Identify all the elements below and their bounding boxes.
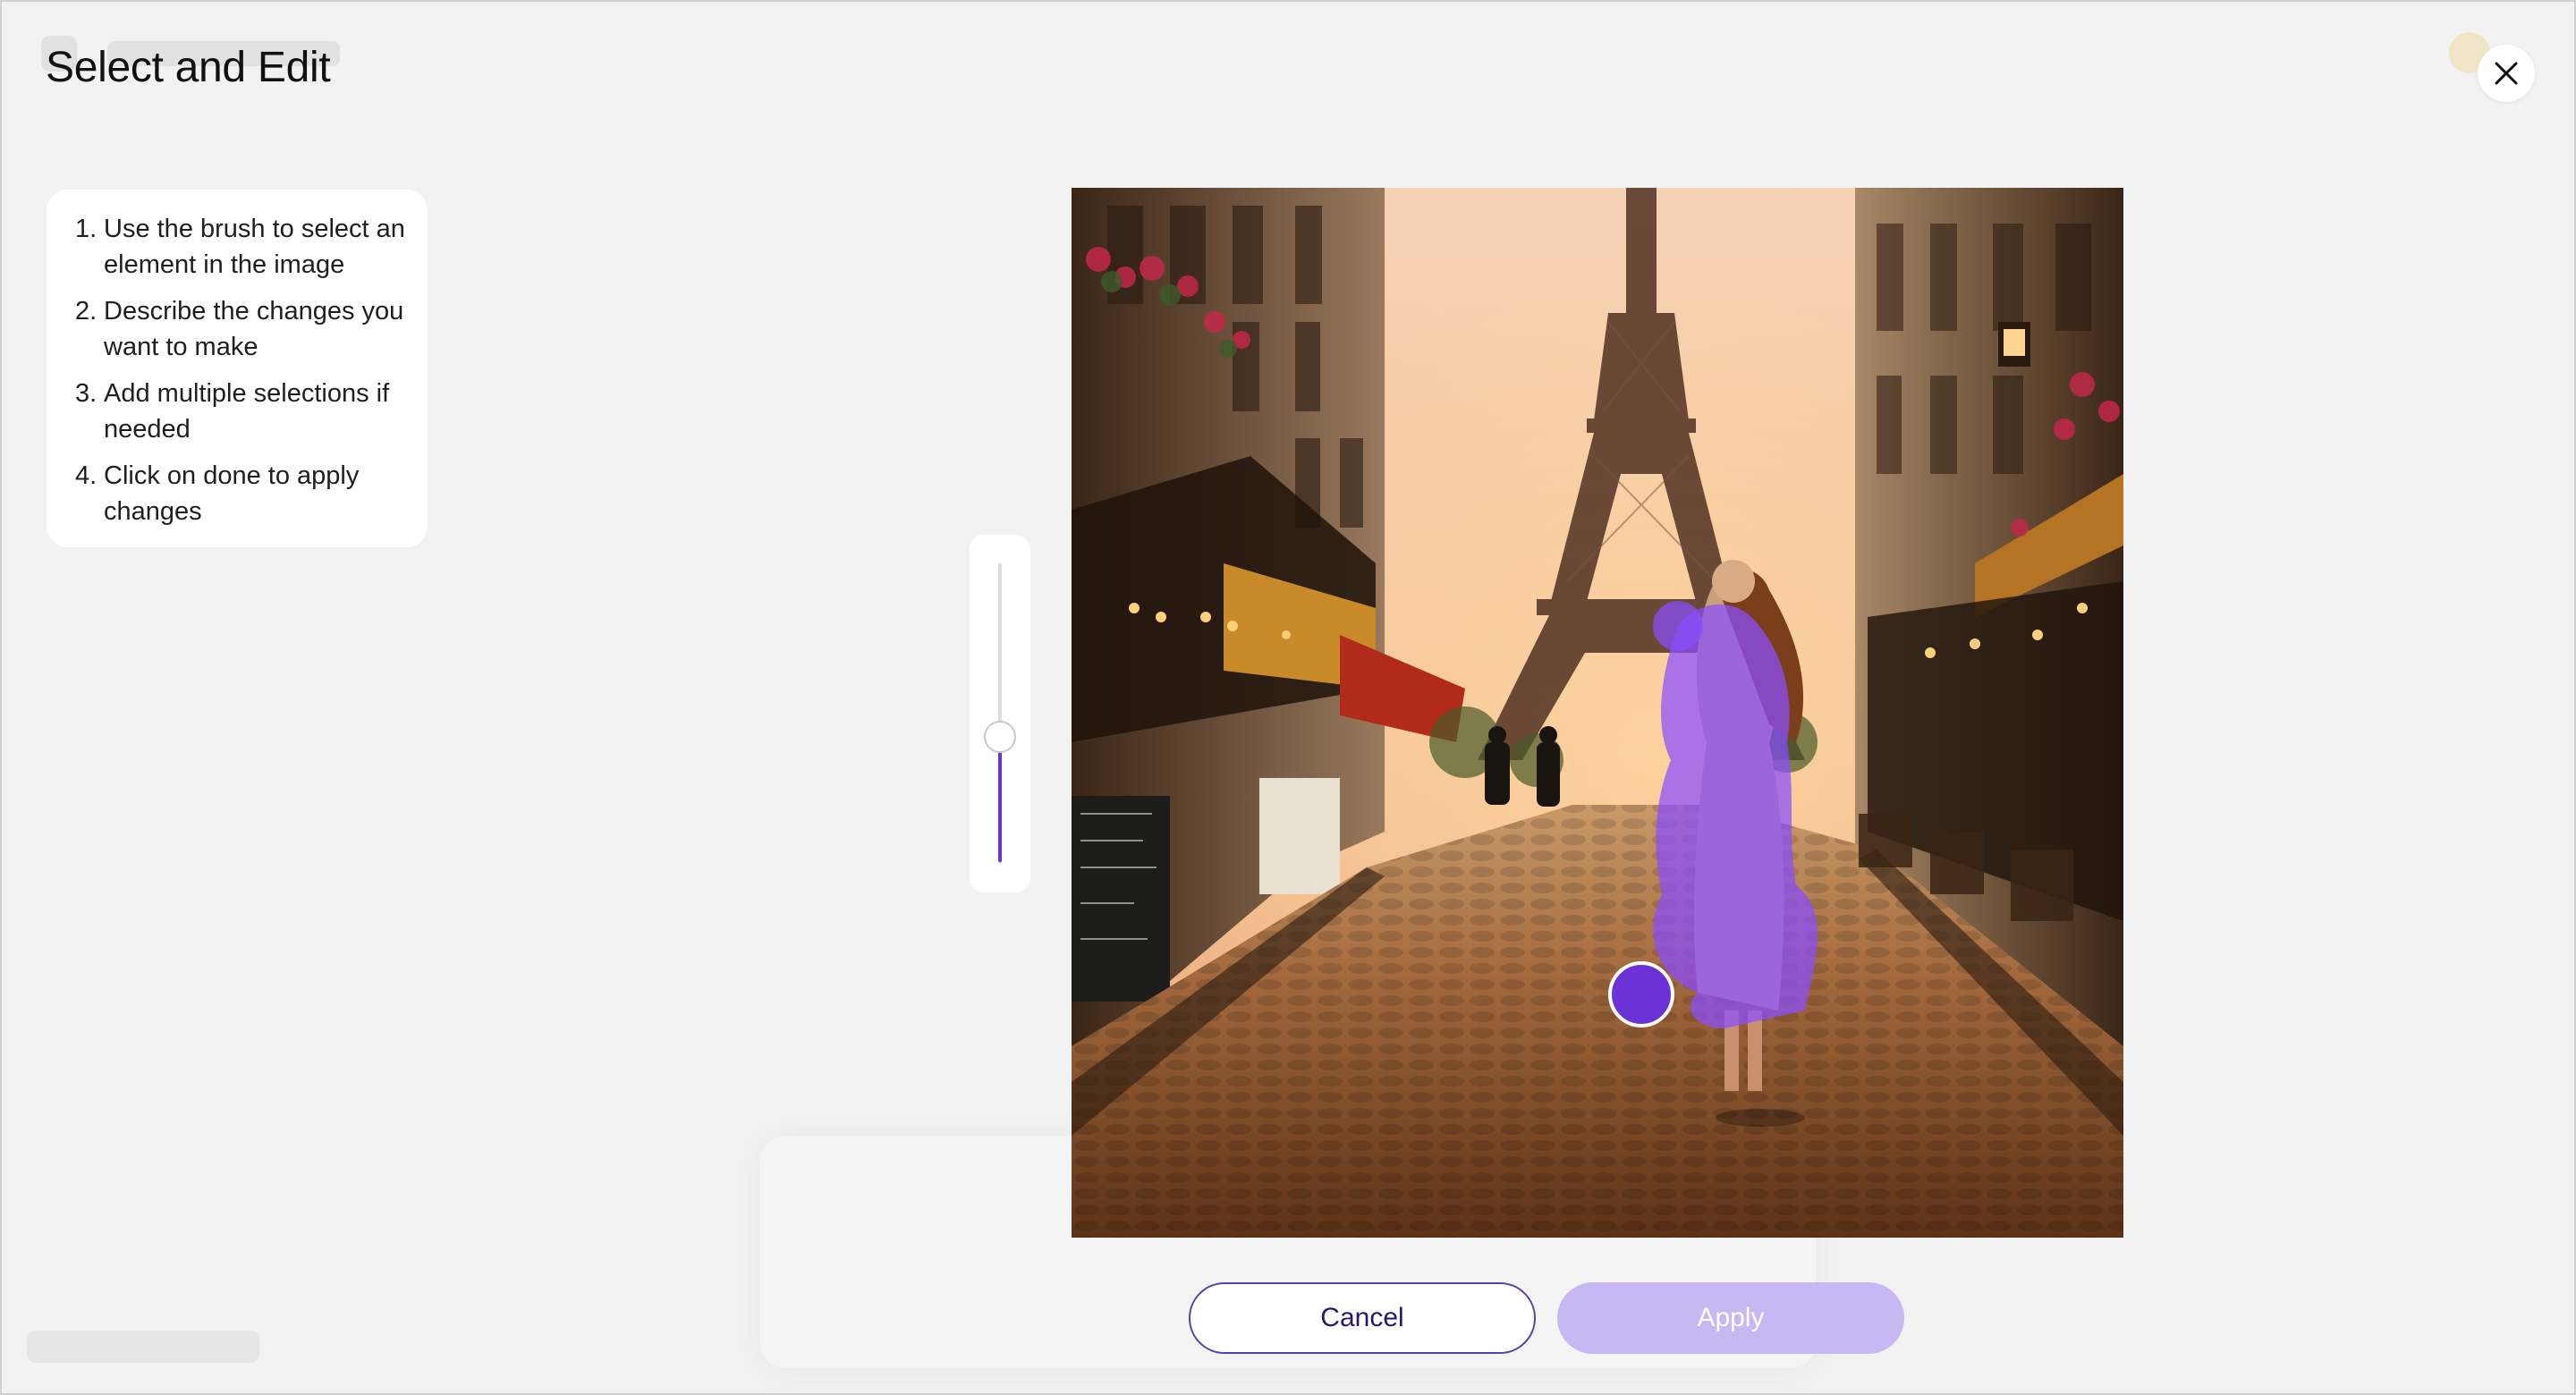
brush-size-slider[interactable] [970, 535, 1030, 892]
instructions-panel: 1. Use the brush to select an element in… [47, 190, 428, 547]
apply-button[interactable]: Apply [1557, 1282, 1904, 1354]
slider-fill [998, 737, 1002, 862]
select-and-edit-modal: Select and Edit 1. Use the brush to sele… [0, 0, 2576, 1395]
instruction-item: 3. Add multiple selections if needed [75, 379, 390, 444]
close-button[interactable] [2478, 45, 2535, 102]
modal-title: Select and Edit [46, 44, 331, 91]
instruction-item: 4. Click on done to apply changes [75, 461, 360, 526]
slider-thumb[interactable] [984, 721, 1016, 753]
cancel-button[interactable]: Cancel [1189, 1282, 1536, 1354]
instruction-item: 2. Describe the changes you want to make [75, 297, 404, 361]
close-icon [2495, 62, 2518, 85]
brush-cursor [1608, 961, 1674, 1027]
instructions-list: 1. Use the brush to select an element in… [75, 211, 410, 529]
photo-woman-eiffel-tower[interactable] [1072, 188, 2123, 1238]
instruction-item: 1. Use the brush to select an element in… [75, 215, 405, 279]
edit-image-canvas[interactable] [1072, 188, 2123, 1238]
